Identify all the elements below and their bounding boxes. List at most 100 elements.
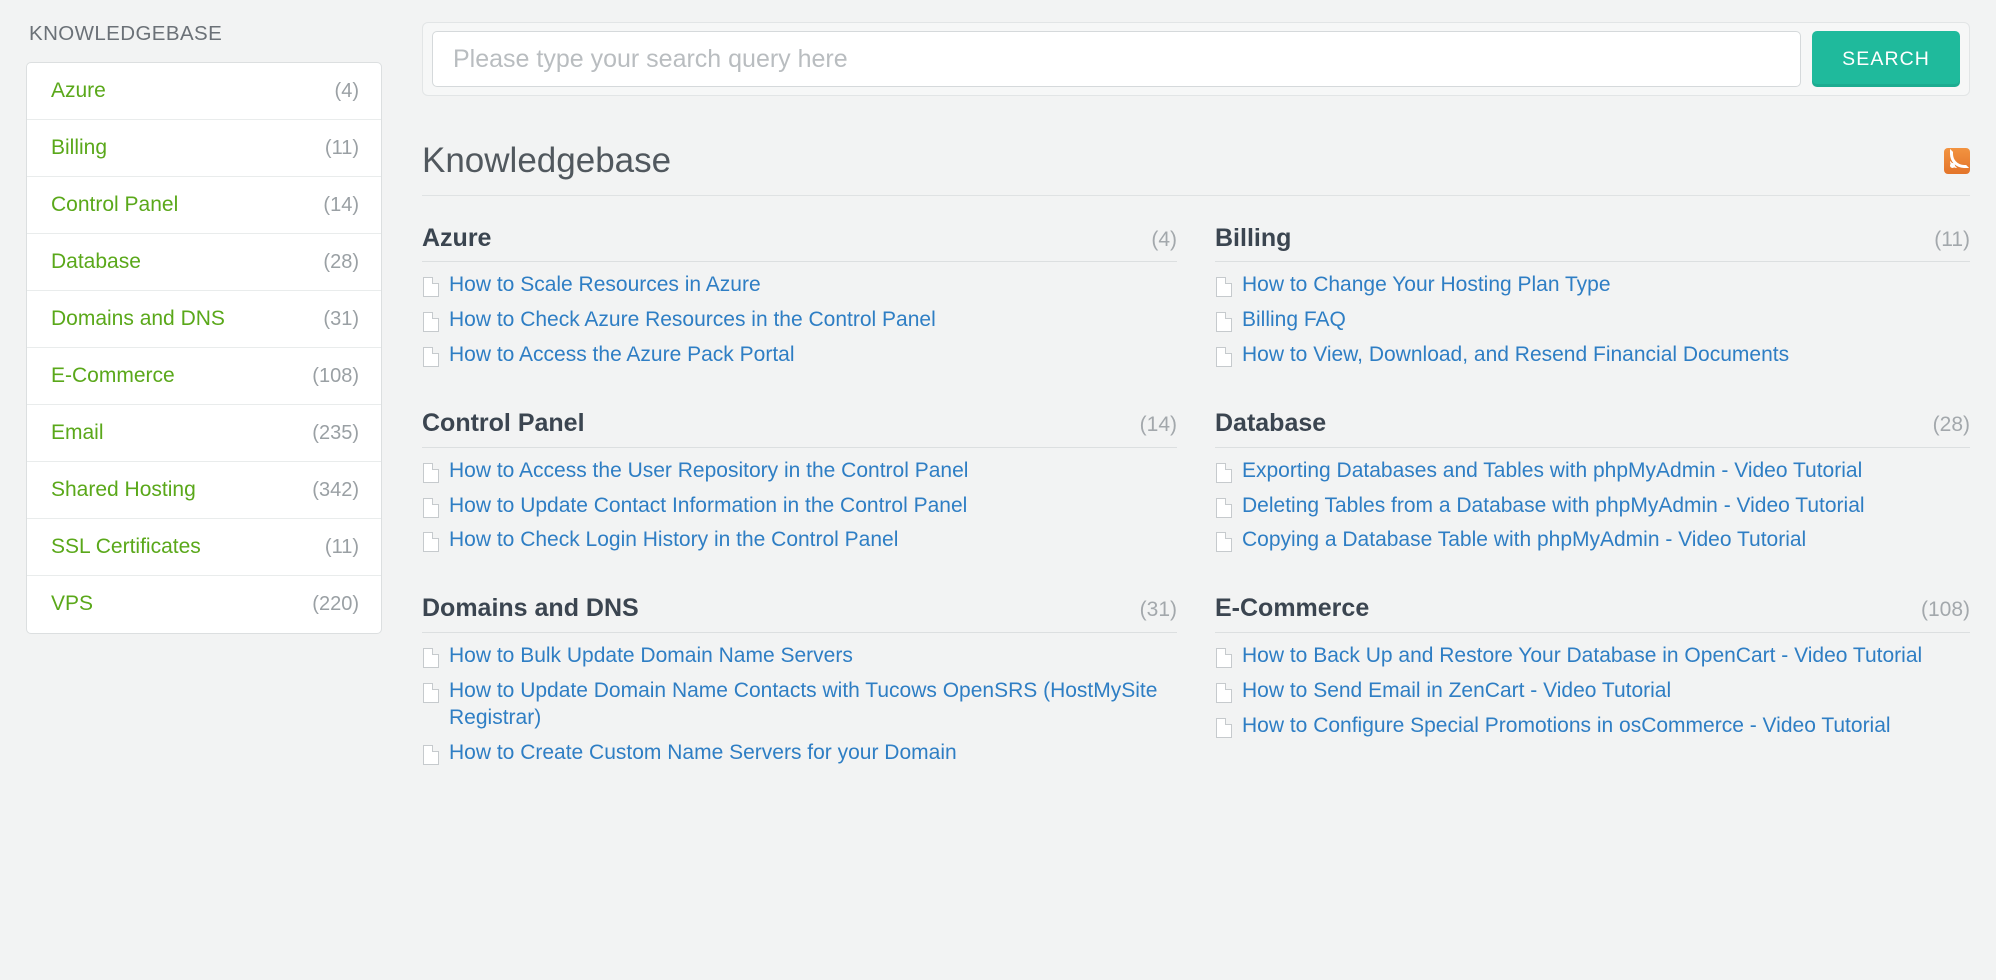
document-icon bbox=[1216, 682, 1232, 703]
page-header: Knowledgebase bbox=[422, 141, 1970, 196]
sidebar-item-count: (11) bbox=[324, 136, 359, 159]
article-link[interactable]: How to Send Email in ZenCart - Video Tut… bbox=[1242, 678, 1671, 705]
sidebar-item-label: SSL Certificates bbox=[51, 534, 201, 558]
sidebar-item-shared-hosting[interactable]: Shared Hosting (342) bbox=[27, 462, 381, 519]
article-link[interactable]: How to Check Azure Resources in the Cont… bbox=[449, 307, 936, 334]
article-link[interactable]: How to Configure Special Promotions in o… bbox=[1242, 713, 1891, 740]
sidebar-item-count: (220) bbox=[312, 593, 359, 615]
section-title[interactable]: Azure bbox=[422, 224, 491, 253]
article-item: How to Check Login History in the Contro… bbox=[422, 527, 1177, 554]
article-list: Exporting Databases and Tables with phpM… bbox=[1215, 458, 1970, 555]
section-title[interactable]: Domains and DNS bbox=[422, 594, 639, 623]
article-list: How to Back Up and Restore Your Database… bbox=[1215, 643, 1970, 740]
sidebar-item-domains-and-dns[interactable]: Domains and DNS (31) bbox=[27, 291, 381, 348]
sidebar-item-control-panel[interactable]: Control Panel (14) bbox=[27, 177, 381, 234]
section-title[interactable]: E-Commerce bbox=[1215, 594, 1369, 623]
article-item: How to Configure Special Promotions in o… bbox=[1215, 713, 1970, 740]
section-count: (108) bbox=[1920, 598, 1970, 622]
article-link[interactable]: How to Update Domain Name Contacts with … bbox=[449, 678, 1177, 732]
search-button[interactable]: SEARCH bbox=[1812, 31, 1960, 87]
document-icon bbox=[423, 277, 439, 298]
category-list: Azure (4) Billing (11) Control Panel (14) Data… bbox=[26, 62, 382, 634]
sidebar-item-ssl-certificates[interactable]: SSL Certificates (11) bbox=[27, 519, 381, 576]
sidebar-item-count: (14) bbox=[323, 193, 359, 216]
article-item: Copying a Database Table with phpMyAdmin… bbox=[1215, 527, 1970, 554]
category-section: Domains and DNS (31) How to Bulk Update Do… bbox=[422, 594, 1177, 774]
article-link[interactable]: How to Check Login History in the Contro… bbox=[449, 527, 898, 554]
sidebar-item-billing[interactable]: Billing (11) bbox=[27, 120, 381, 177]
article-link[interactable]: How to Back Up and Restore Your Database… bbox=[1242, 643, 1922, 670]
article-item: How to Send Email in ZenCart - Video Tut… bbox=[1215, 678, 1970, 705]
main-content: SEARCH Knowledgebase Azure (4) How to Scal… bbox=[412, 22, 1996, 980]
document-icon bbox=[1216, 532, 1232, 553]
page-title: Knowledgebase bbox=[422, 141, 672, 180]
article-item: How to Access the User Repository in the… bbox=[422, 458, 1177, 485]
sidebar-item-count: (342) bbox=[312, 478, 359, 501]
category-section: Database (28) Exporting Databases and Tabl… bbox=[1215, 409, 1970, 562]
section-header: Azure (4) bbox=[422, 224, 1177, 263]
rss-icon[interactable] bbox=[1944, 148, 1970, 175]
article-link[interactable]: How to Update Contact Information in the… bbox=[449, 493, 967, 520]
document-icon bbox=[423, 497, 439, 518]
sidebar-item-count: (4) bbox=[334, 79, 359, 102]
article-link[interactable]: How to Change Your Hosting Plan Type bbox=[1242, 272, 1611, 299]
category-section: Billing (11) How to Change Your Hosting Pl… bbox=[1215, 224, 1970, 377]
article-link[interactable]: Exporting Databases and Tables with phpM… bbox=[1242, 458, 1862, 485]
article-list: How to Change Your Hosting Plan Type Bill… bbox=[1215, 272, 1970, 369]
document-icon bbox=[423, 648, 439, 668]
category-section: Control Panel (14) How to Access the User … bbox=[422, 409, 1177, 562]
sidebar-item-label: Azure bbox=[51, 78, 106, 102]
sidebar-item-database[interactable]: Database (28) bbox=[27, 234, 381, 291]
article-item: How to Check Azure Resources in the Cont… bbox=[422, 307, 1177, 334]
section-title[interactable]: Control Panel bbox=[422, 409, 585, 438]
sidebar-item-count: (28) bbox=[323, 250, 359, 273]
document-icon bbox=[1216, 277, 1232, 298]
sidebar-item-label: E-Commerce bbox=[51, 363, 175, 387]
article-item: Exporting Databases and Tables with phpM… bbox=[1215, 458, 1970, 485]
article-list: How to Access the User Repository in the… bbox=[422, 458, 1177, 555]
article-link[interactable]: Deleting Tables from a Database with php… bbox=[1242, 493, 1865, 520]
section-count: (11) bbox=[1934, 227, 1970, 251]
article-item: Deleting Tables from a Database with php… bbox=[1215, 493, 1970, 520]
article-link[interactable]: How to Scale Resources in Azure bbox=[449, 272, 761, 299]
rss-arc-inner bbox=[1950, 161, 1957, 169]
section-title[interactable]: Database bbox=[1215, 409, 1326, 438]
document-icon bbox=[423, 462, 439, 483]
section-count: (14) bbox=[1139, 412, 1177, 436]
sidebar-item-count: (108) bbox=[312, 364, 359, 387]
document-icon bbox=[1216, 497, 1232, 518]
document-icon bbox=[423, 744, 439, 765]
sidebar-item-count: (31) bbox=[323, 307, 359, 330]
article-link[interactable]: How to Bulk Update Domain Name Servers bbox=[449, 643, 853, 670]
sidebar-item-azure[interactable]: Azure (4) bbox=[27, 63, 381, 120]
article-link[interactable]: How to View, Download, and Resend Financ… bbox=[1242, 342, 1789, 369]
sidebar-item-label: Control Panel bbox=[51, 192, 179, 216]
section-count: (4) bbox=[1151, 227, 1177, 251]
article-item: How to Update Contact Information in the… bbox=[422, 493, 1177, 520]
sidebar-item-count: (235) bbox=[312, 421, 359, 444]
sidebar-item-label: Shared Hosting bbox=[51, 477, 196, 501]
article-link[interactable]: How to Access the User Repository in the… bbox=[449, 458, 968, 485]
sidebar-item-e-commerce[interactable]: E-Commerce (108) bbox=[27, 348, 381, 405]
article-link[interactable]: Billing FAQ bbox=[1242, 307, 1346, 334]
document-icon bbox=[423, 532, 439, 553]
sidebar-item-count: (11) bbox=[324, 535, 359, 558]
section-header: Billing (11) bbox=[1215, 224, 1970, 263]
sidebar-item-label: VPS bbox=[51, 592, 94, 616]
document-icon bbox=[423, 347, 439, 367]
article-link[interactable]: How to Access the Azure Pack Portal bbox=[449, 342, 795, 369]
section-header: E-Commerce (108) bbox=[1215, 594, 1970, 633]
category-grid: Azure (4) How to Scale Resources in Azure H… bbox=[422, 224, 1970, 807]
sidebar: KNOWLEDGEBASE Azure (4) Billing (11) Control… bbox=[0, 22, 412, 980]
sidebar-item-vps[interactable]: VPS (220) bbox=[27, 576, 381, 633]
article-item: Billing FAQ bbox=[1215, 307, 1970, 334]
search-input[interactable] bbox=[432, 31, 1802, 87]
article-link[interactable]: Copying a Database Table with phpMyAdmin… bbox=[1242, 527, 1806, 554]
sidebar-item-email[interactable]: Email (235) bbox=[27, 405, 381, 462]
sidebar-item-label: Domains and DNS bbox=[51, 306, 225, 330]
section-title[interactable]: Billing bbox=[1215, 224, 1291, 253]
document-icon bbox=[1216, 312, 1232, 333]
article-link[interactable]: How to Create Custom Name Servers for yo… bbox=[449, 740, 957, 767]
document-icon bbox=[423, 682, 439, 703]
article-item: How to Access the Azure Pack Portal bbox=[422, 342, 1177, 369]
